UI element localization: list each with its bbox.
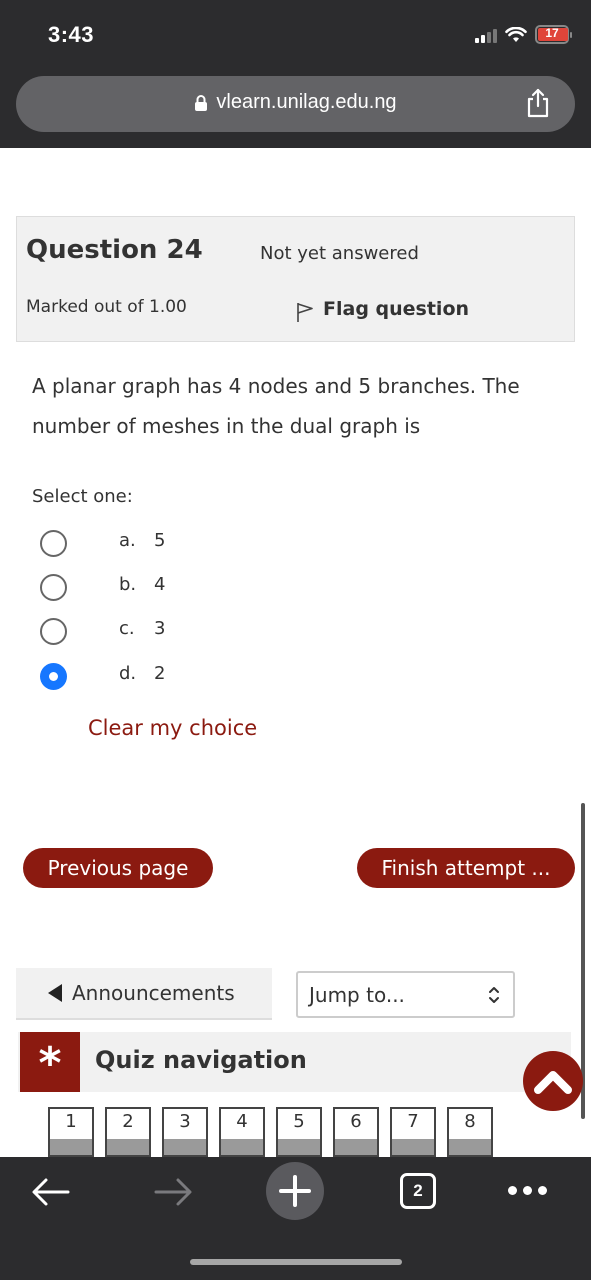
radio-option-d[interactable] <box>40 662 67 690</box>
page-number: 3 <box>179 1111 191 1132</box>
question-number-value: 24 <box>166 235 203 265</box>
flag-question-label: Flag question <box>323 298 470 320</box>
left-triangle-icon <box>48 984 62 1002</box>
page-number: 2 <box>122 1111 134 1132</box>
quiz-page-list: 1 2 3 4 5 6 7 8 <box>48 1107 493 1157</box>
url-text: vlearn.unilag.edu.ng <box>216 91 397 113</box>
plus-icon <box>279 1175 311 1207</box>
option-letter: b. <box>119 574 137 595</box>
battery-icon: 17 <box>535 25 572 44</box>
question-status: Not yet answered <box>260 243 419 264</box>
quiz-page-button[interactable]: 5 <box>276 1107 322 1157</box>
select-one-prompt: Select one: <box>32 486 133 507</box>
page-number: 6 <box>350 1111 362 1132</box>
option-letter: a. <box>119 530 136 551</box>
chevron-up-icon <box>534 1071 572 1094</box>
back-arrow-icon[interactable] <box>30 1177 72 1207</box>
announcements-label: Announcements <box>72 981 235 1005</box>
browser-chrome-top: 3:43 17 vlearn.unilag.edu.ng <box>0 0 591 148</box>
more-options-icon[interactable] <box>508 1186 547 1195</box>
lock-icon <box>195 94 208 111</box>
answer-option-a[interactable]: a. 5 <box>40 528 165 558</box>
jump-to-select[interactable]: Jump to... <box>296 971 515 1018</box>
quiz-page-button[interactable]: 3 <box>162 1107 208 1157</box>
page-number: 1 <box>65 1111 77 1132</box>
jump-to-label: Jump to... <box>309 982 405 1007</box>
finish-attempt-button[interactable]: Finish attempt ... <box>357 848 575 888</box>
announcements-link[interactable]: Announcements <box>16 968 272 1020</box>
question-label: Question <box>26 235 158 265</box>
page-number: 7 <box>407 1111 419 1132</box>
radio-option-a[interactable] <box>40 529 67 557</box>
url-bar[interactable]: vlearn.unilag.edu.ng <box>16 76 575 132</box>
option-value: 5 <box>154 530 166 551</box>
option-letter: d. <box>119 663 137 684</box>
radio-option-c[interactable] <box>40 617 67 645</box>
question-text: A planar graph has 4 nodes and 5 branche… <box>32 374 520 438</box>
wifi-icon <box>505 26 527 42</box>
new-tab-button[interactable] <box>266 1162 324 1220</box>
question-info-box: Question 24 Not yet answered Marked out … <box>16 216 575 342</box>
answer-option-d[interactable]: d. 2 <box>40 661 165 691</box>
answer-option-b[interactable]: b. 4 <box>40 572 165 602</box>
option-letter: c. <box>119 618 135 639</box>
status-icons: 17 <box>475 25 572 44</box>
flag-question-button[interactable]: Flag question <box>295 295 469 323</box>
option-value: 3 <box>154 618 166 639</box>
flag-icon <box>297 303 313 322</box>
page-number: 5 <box>293 1111 305 1132</box>
answer-option-c[interactable]: c. 3 <box>40 616 165 646</box>
home-indicator <box>190 1259 402 1265</box>
question-mark: Marked out of 1.00 <box>26 297 187 317</box>
cellular-signal-icon <box>475 27 497 43</box>
option-value: 2 <box>154 663 166 684</box>
page-number: 4 <box>236 1111 248 1132</box>
tabs-button[interactable]: 2 <box>400 1173 436 1209</box>
quiz-navigation-title: Quiz navigation <box>95 1046 307 1074</box>
quiz-page-button[interactable]: 2 <box>105 1107 151 1157</box>
question-number: Question 24 <box>26 235 203 265</box>
radio-option-b[interactable] <box>40 573 67 601</box>
quiz-page-button[interactable]: 7 <box>390 1107 436 1157</box>
previous-page-button[interactable]: Previous page <box>23 848 213 888</box>
quiz-page-button[interactable]: 4 <box>219 1107 265 1157</box>
status-time: 3:43 <box>48 22 95 47</box>
asterisk-icon: * <box>20 1032 80 1092</box>
forward-arrow-icon[interactable] <box>152 1177 194 1207</box>
quiz-page-button[interactable]: 6 <box>333 1107 379 1157</box>
select-chevron-icon <box>489 987 499 1003</box>
quiz-navigation-block: * Quiz navigation <box>18 1032 571 1092</box>
clear-choice-link[interactable]: Clear my choice <box>88 716 257 740</box>
option-value: 4 <box>154 574 166 595</box>
share-icon[interactable] <box>525 88 551 118</box>
scroll-to-top-button[interactable] <box>523 1051 583 1111</box>
quiz-page-button[interactable]: 8 <box>447 1107 493 1157</box>
page-number: 8 <box>464 1111 476 1132</box>
battery-level: 17 <box>545 26 559 40</box>
quiz-page-button[interactable]: 1 <box>48 1107 94 1157</box>
